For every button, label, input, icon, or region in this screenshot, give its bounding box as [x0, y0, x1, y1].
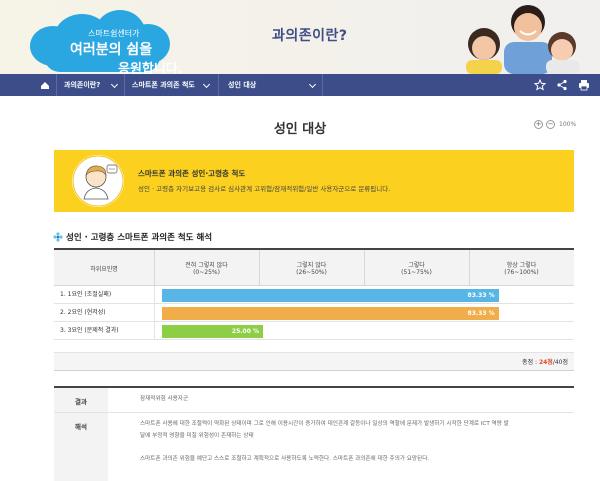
banner-title: 과의존이란? [272, 28, 348, 44]
chevron-down-icon[interactable] [110, 80, 119, 89]
header-col-3: 그렇다 (51~75%) [401, 262, 432, 276]
section-title: 성인 · 고령층 스마트폰 과의존 척도 해석 [66, 233, 213, 243]
header-col-2: 그렇지 않다 (26~50%) [296, 262, 327, 276]
header-factor: 하위요인명 [90, 265, 118, 273]
cloud-line2: 여러분의 쉼을 [70, 42, 153, 58]
interpretation-line-1: 스마트폰 사용에 대한 조절력이 약화된 상태이며 그로 인해 이용시간이 증가… [140, 421, 509, 427]
scale-info-box: 스마트폰 과의존 성인·고령층 척도 성인 · 고령층 자기보고용 검사로 심사… [54, 150, 574, 212]
total-score: 총점 : 24점/40점 [522, 359, 568, 366]
cloud-line1: 스마트쉼센터가 [88, 29, 140, 38]
nav-item-overdependence[interactable]: 과의존이란? [64, 74, 100, 96]
header-banner: 스마트쉼센터가 여러분의 쉼을 응원합니다. 과의존이란? [0, 0, 600, 74]
score-bar: 83.33 % [162, 307, 499, 320]
page-title: 성인 대상 [273, 122, 327, 137]
result-table: 결과 잠재적위험 사용자군 해석 스마트폰 사용에 대한 조절력이 약화된 상태… [54, 386, 574, 481]
chevron-down-icon[interactable] [308, 80, 317, 89]
cloud-line3: 응원합니다. [118, 62, 183, 74]
table-row: 1. 1요인 (조절실패) 83.33 % [54, 286, 574, 304]
zoom-out-button[interactable]: − [546, 120, 555, 129]
info-description: 성인 · 고령층 자기보고용 검사로 심사관계 고위험/잠재적위험/일반 사용자… [138, 185, 391, 193]
result-value: 잠재적위험 사용자군 [140, 396, 189, 402]
header-col-1: 전혀 그렇지 않다 (0~25%) [185, 262, 228, 276]
row-factor-name: 1. 1요인 (조절실패) [60, 291, 112, 298]
interpretation-line-3: 스마트폰 과의존 위험을 예단고 스스로 조절하고 계획적으로 사용하도록 노력… [140, 456, 430, 462]
table-row: 3. 3요인 (문제적 결과) 25.00 % [54, 322, 574, 340]
result-label: 결과 [75, 398, 87, 406]
score-bar-label: 83.33 % [467, 310, 495, 317]
table-row: 2. 2요인 (현저성) 83.33 % [54, 304, 574, 322]
interpretation-label: 해석 [75, 423, 87, 431]
print-icon[interactable] [578, 79, 590, 91]
zoom-in-button[interactable]: + [534, 120, 543, 129]
breadcrumb-nav: 과의존이란? 스마트폰 과의존 척도 성인 대상 [0, 74, 600, 96]
flower-bullet-icon [53, 232, 63, 242]
row-factor-name: 3. 3요인 (문제적 결과) [60, 327, 119, 334]
banner-cloud-logo: 스마트쉼센터가 여러분의 쉼을 응원합니다. [30, 10, 183, 74]
total-score-row: 총점 : 24점/40점 [54, 352, 574, 371]
score-bar-label: 25.00 % [231, 328, 259, 335]
header-col-4: 항상 그렇다 (76~100%) [504, 262, 539, 276]
family-photo-illustration [466, 5, 580, 74]
score-table: 하위요인명 전혀 그렇지 않다 (0~25%) 그렇지 않다 (26~50%) 그렇… [54, 248, 574, 371]
score-bar: 83.33 % [162, 289, 499, 302]
share-icon[interactable] [556, 79, 568, 91]
table-header: 하위요인명 전혀 그렇지 않다 (0~25%) 그렇지 않다 (26~50%) 그렇… [54, 250, 574, 286]
nav-item-scale[interactable]: 스마트폰 과의존 척도 [132, 74, 195, 96]
nav-item-adult[interactable]: 성인 대상 [228, 74, 256, 96]
score-bar-label: 83.33 % [467, 292, 495, 299]
info-title: 스마트폰 과의존 성인·고령층 척도 [138, 169, 246, 178]
row-factor-name: 2. 2요인 (현저성) [60, 309, 106, 316]
zoom-level: 100% [559, 121, 577, 128]
score-bar: 25.00 % [162, 325, 263, 338]
home-icon[interactable] [36, 74, 54, 96]
counselor-avatar-icon [72, 155, 124, 207]
interpretation-line-2: 달에 부정적 영향을 미칠 위험성이 존재하는 상태 [140, 433, 254, 439]
favorite-star-icon[interactable] [534, 79, 546, 91]
chevron-down-icon[interactable] [202, 80, 211, 89]
